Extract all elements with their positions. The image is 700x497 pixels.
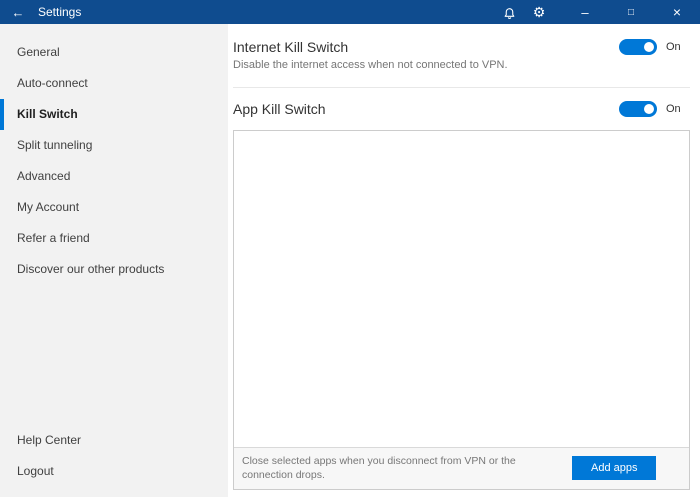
maximize-button[interactable]: □ (608, 0, 654, 24)
app-kill-switch-row: App Kill Switch On (233, 101, 690, 117)
sidebar-item-advanced[interactable]: Advanced (0, 161, 228, 192)
internet-kill-switch-state: On (666, 41, 681, 53)
sidebar-item-logout[interactable]: Logout (0, 456, 228, 487)
kill-switch-page: Internet Kill Switch On Disable the inte… (228, 24, 700, 497)
internet-kill-switch-title: Internet Kill Switch (233, 39, 349, 55)
toggle-knob (644, 104, 654, 114)
add-apps-button[interactable]: Add apps (572, 456, 657, 481)
titlebar: ← Settings ⚙ – □ × (0, 0, 700, 24)
sidebar-bottom-group: Help Center Logout (0, 425, 228, 487)
close-button[interactable]: × (654, 0, 700, 24)
window-content: General Auto-connect Kill Switch Split t… (0, 24, 700, 497)
sidebar-item-my-account[interactable]: My Account (0, 192, 228, 223)
sidebar-item-split-tunneling[interactable]: Split tunneling (0, 130, 228, 161)
app-kill-switch-list-box: Close selected apps when you disconnect … (233, 130, 690, 490)
sidebar-item-kill-switch[interactable]: Kill Switch (0, 99, 228, 130)
bell-icon[interactable] (494, 0, 524, 24)
app-kill-switch-footer-text: Close selected apps when you disconnect … (242, 454, 516, 482)
sidebar-item-discover-products[interactable]: Discover our other products (0, 254, 228, 285)
internet-kill-switch-row: Internet Kill Switch On (233, 39, 690, 55)
back-icon[interactable]: ← (0, 0, 36, 24)
sidebar-item-auto-connect[interactable]: Auto-connect (0, 68, 228, 99)
app-kill-switch-footer: Close selected apps when you disconnect … (234, 446, 689, 489)
sidebar-item-help-center[interactable]: Help Center (0, 425, 228, 456)
sidebar-item-refer-a-friend[interactable]: Refer a friend (0, 223, 228, 254)
app-kill-switch-toggle[interactable] (619, 101, 657, 117)
settings-sidebar: General Auto-connect Kill Switch Split t… (0, 24, 228, 497)
internet-kill-switch-toggle[interactable] (619, 39, 657, 55)
gear-icon[interactable]: ⚙ (524, 0, 554, 24)
settings-window: ← Settings ⚙ – □ × General Auto-connect … (0, 0, 700, 497)
internet-kill-switch-description: Disable the internet access when not con… (233, 59, 508, 71)
toggle-knob (644, 42, 654, 52)
app-kill-switch-title: App Kill Switch (233, 101, 326, 117)
sidebar-item-general[interactable]: General (0, 37, 228, 68)
section-divider (233, 87, 690, 88)
window-title: Settings (38, 5, 82, 19)
app-kill-switch-state: On (666, 103, 681, 115)
app-list-empty-area[interactable] (234, 131, 689, 447)
minimize-button[interactable]: – (562, 0, 608, 24)
